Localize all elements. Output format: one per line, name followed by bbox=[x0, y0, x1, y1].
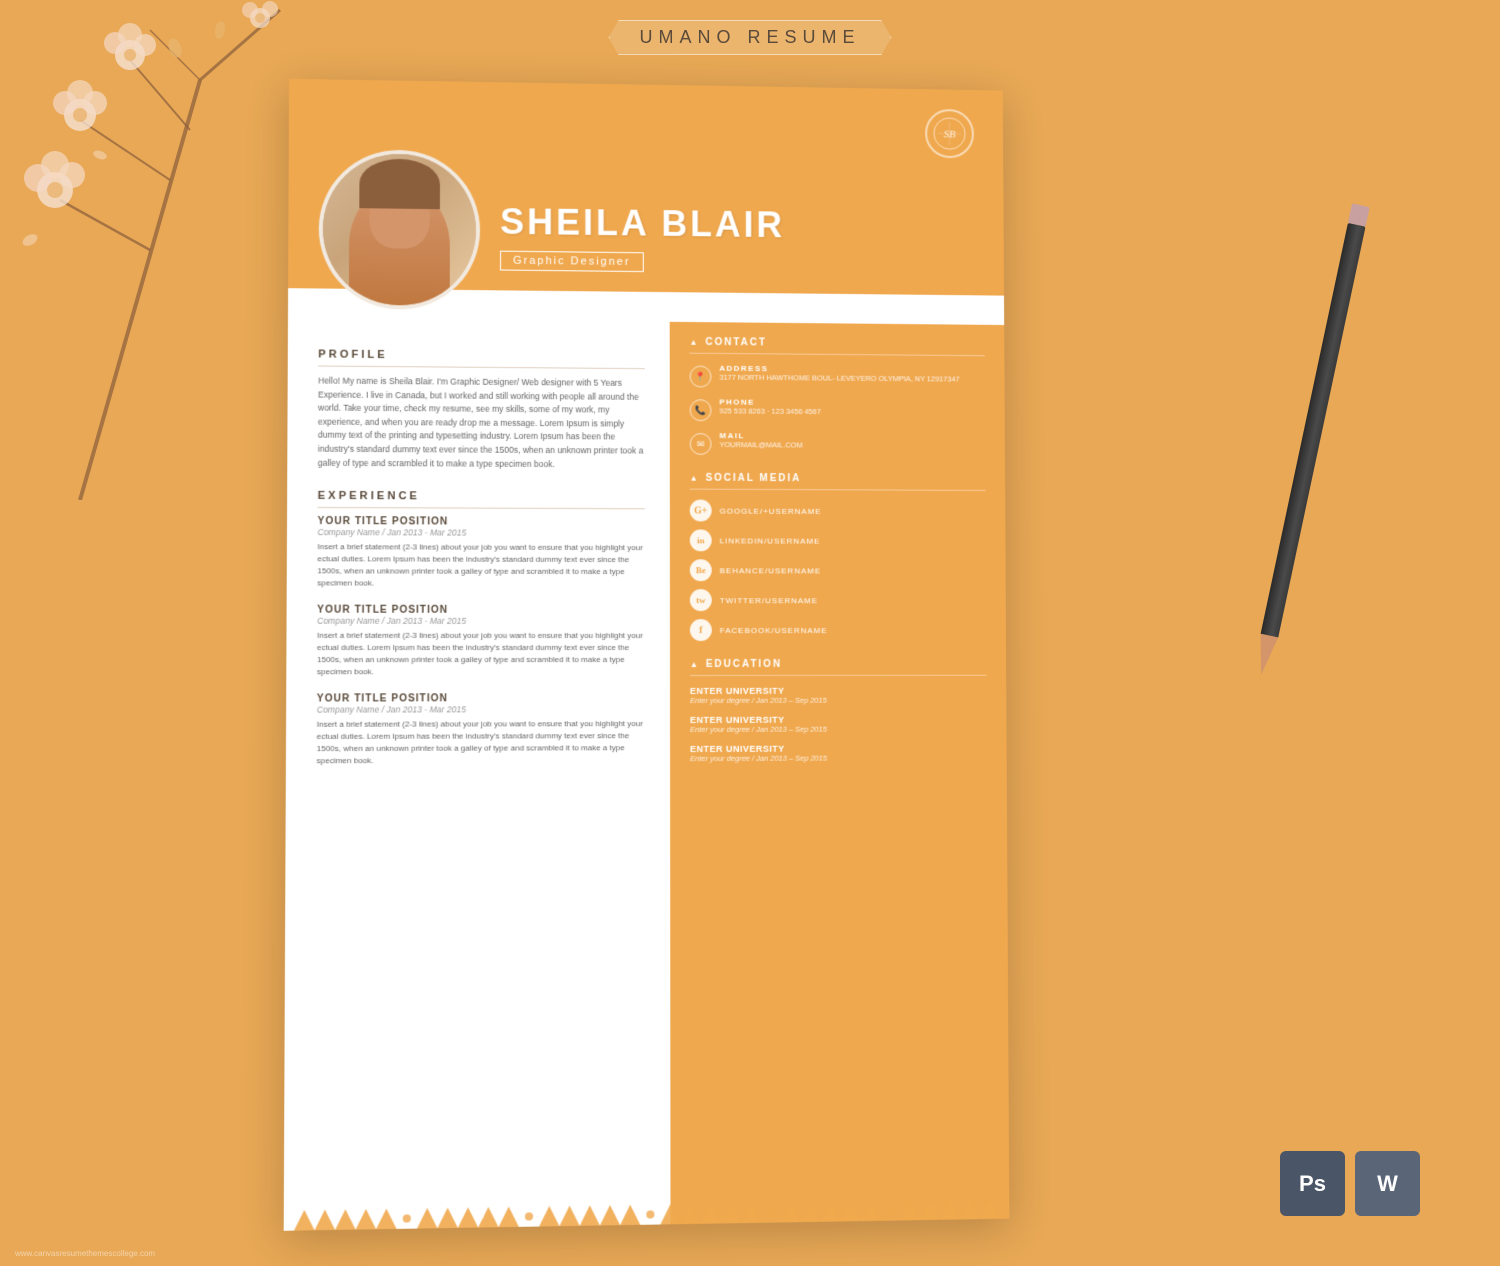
exp-desc-1: Insert a brief statement (2-3 lines) abo… bbox=[317, 541, 645, 590]
facebook-label: FACEBOOK/USERNAME bbox=[720, 626, 828, 635]
edu-detail-3: Enter your degree / Jan 2013 – Sep 2015 bbox=[690, 753, 987, 763]
edu-uni-1: ENTER UNIVERSITY bbox=[690, 686, 987, 696]
banner-title: UMANO RESUME bbox=[639, 27, 860, 48]
resume-header: SB SHEILA BLAIR Graphic Designer bbox=[288, 79, 1004, 296]
location-icon: 📍 bbox=[690, 366, 712, 388]
photoshop-badge: Ps bbox=[1280, 1151, 1345, 1216]
behance-label: BEHANCE/USERNAME bbox=[720, 566, 821, 575]
contact-phone: 📞 PHONE 925 533 8263 · 123 3456 4567 bbox=[690, 397, 986, 423]
resume-title-badge: Graphic Designer bbox=[500, 251, 643, 272]
exp-desc-2: Insert a brief statement (2-3 lines) abo… bbox=[317, 630, 645, 678]
exp-title-2: YOUR TITLE POSITION bbox=[317, 605, 645, 616]
social-behance: Be BEHANCE/USERNAME bbox=[690, 559, 986, 582]
contact-section: CONTACT 📍 ADDRESS 3177 NORTH HAWTHOME BO… bbox=[690, 337, 986, 457]
exp-company-2: Company Name / Jan 2013 - Mar 2015 bbox=[317, 616, 645, 626]
edu-item-2: ENTER UNIVERSITY Enter your degree / Jan… bbox=[690, 714, 987, 734]
experience-item-3: YOUR TITLE POSITION Company Name / Jan 2… bbox=[317, 693, 646, 767]
resume-right-column: CONTACT 📍 ADDRESS 3177 NORTH HAWTHOME BO… bbox=[670, 322, 1010, 1225]
edu-item-1: ENTER UNIVERSITY Enter your degree / Jan… bbox=[690, 686, 987, 705]
contact-heading: CONTACT bbox=[690, 337, 985, 356]
behance-icon: Be bbox=[690, 559, 712, 581]
mail-value: YOURMAIL@MAIL.COM bbox=[719, 440, 802, 449]
social-section: SOCIAL MEDIA G+ GOOGLE/+USERNAME in LINK… bbox=[690, 473, 987, 641]
word-badge: W bbox=[1355, 1151, 1420, 1216]
edu-detail-1: Enter your degree / Jan 2013 – Sep 2015 bbox=[690, 696, 987, 705]
phone-value: 925 533 8263 · 123 3456 4567 bbox=[719, 406, 820, 416]
experience-item-2: YOUR TITLE POSITION Company Name / Jan 2… bbox=[317, 605, 645, 679]
social-linkedin: in LINKEDIN/USERNAME bbox=[690, 529, 986, 552]
google-label: GOOGLE/+USERNAME bbox=[720, 506, 822, 515]
top-banner: UMANO RESUME bbox=[608, 20, 891, 55]
edu-uni-2: ENTER UNIVERSITY bbox=[690, 714, 987, 725]
phone-icon: 📞 bbox=[690, 399, 712, 421]
contact-address: 📍 ADDRESS 3177 NORTH HAWTHOME BOUL- LEVE… bbox=[690, 364, 985, 390]
resume-card: SB SHEILA BLAIR Graphic Designer PROFILE… bbox=[284, 79, 1010, 1231]
profile-photo-wrapper bbox=[318, 149, 480, 310]
profile-heading: PROFILE bbox=[318, 348, 645, 369]
resume-left-column: PROFILE Hello! My name is Sheila Blair. … bbox=[284, 318, 671, 1231]
exp-title-3: YOUR TITLE POSITION bbox=[317, 693, 645, 705]
twitter-icon: tw bbox=[690, 589, 712, 611]
twitter-label: TWITTER/USERNAME bbox=[720, 596, 818, 605]
social-google: G+ GOOGLE/+USERNAME bbox=[690, 500, 986, 523]
exp-company-1: Company Name / Jan 2013 - Mar 2015 bbox=[317, 527, 644, 538]
mail-icon: ✉ bbox=[690, 433, 712, 455]
facebook-icon: f bbox=[690, 619, 712, 641]
logo-icon: SB bbox=[925, 109, 974, 159]
profile-section: PROFILE Hello! My name is Sheila Blair. … bbox=[318, 348, 645, 471]
education-section: EDUCATION ENTER UNIVERSITY Enter your de… bbox=[690, 659, 987, 763]
linkedin-icon: in bbox=[690, 529, 712, 551]
banner-shape: UMANO RESUME bbox=[608, 20, 891, 55]
resume-name: SHEILA BLAIR bbox=[500, 201, 785, 246]
experience-heading: EXPERIENCE bbox=[318, 490, 645, 509]
contact-mail: ✉ MAIL YOURMAIL@MAIL.COM bbox=[690, 431, 986, 457]
address-value: 3177 NORTH HAWTHOME BOUL- LEVEYERO OLYMP… bbox=[719, 373, 959, 384]
profile-photo bbox=[323, 153, 477, 306]
exp-desc-3: Insert a brief statement (2-3 lines) abo… bbox=[317, 718, 646, 767]
edu-item-3: ENTER UNIVERSITY Enter your degree / Jan… bbox=[690, 743, 987, 763]
header-name-section: SHEILA BLAIR Graphic Designer bbox=[500, 181, 785, 273]
software-badges: Ps W bbox=[1280, 1151, 1420, 1216]
resume-body: PROFILE Hello! My name is Sheila Blair. … bbox=[284, 288, 1010, 1231]
social-twitter: tw TWITTER/USERNAME bbox=[690, 589, 986, 611]
linkedin-label: LINKEDIN/USERNAME bbox=[720, 536, 821, 545]
edu-detail-2: Enter your degree / Jan 2013 – Sep 2015 bbox=[690, 724, 987, 734]
profile-text: Hello! My name is Sheila Blair. I'm Grap… bbox=[318, 374, 645, 471]
social-heading: SOCIAL MEDIA bbox=[690, 473, 986, 491]
google-icon: G+ bbox=[690, 500, 712, 522]
social-facebook: f FACEBOOK/USERNAME bbox=[690, 619, 987, 641]
experience-section: EXPERIENCE YOUR TITLE POSITION Company N… bbox=[317, 490, 646, 767]
experience-item-1: YOUR TITLE POSITION Company Name / Jan 2… bbox=[317, 516, 645, 590]
education-heading: EDUCATION bbox=[690, 659, 987, 676]
exp-company-3: Company Name / Jan 2013 - Mar 2015 bbox=[317, 704, 645, 715]
watermark: www.canvasresumethemescollege.com bbox=[15, 1249, 155, 1258]
hair-decoration bbox=[359, 158, 440, 209]
